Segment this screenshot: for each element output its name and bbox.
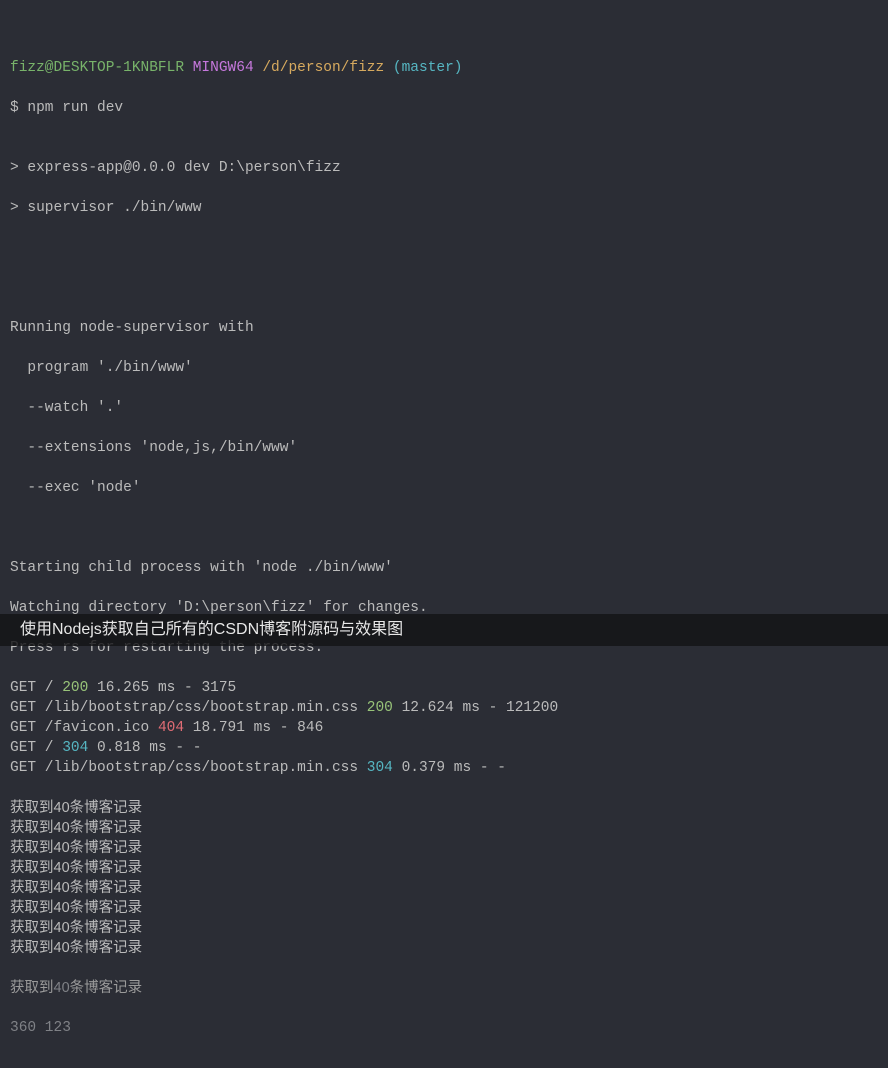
request-line: GET / 200 16.265 ms - 3175 [10,678,878,698]
blank-line [10,238,878,258]
supervisor-starting: Starting child process with 'node ./bin/… [10,558,878,578]
fetch-log-line: 获取到40条博客记录 [10,858,878,878]
cwd-path: /d/person/fizz [262,60,384,76]
supervisor-header: Running node-supervisor with [10,318,878,338]
fetch-log-line: 获取到40条博客记录 [10,878,878,898]
blank-line [10,278,878,298]
blank-line [10,518,878,538]
supervisor-exec: --exec 'node' [10,478,878,498]
fetch-log-line: 获取到40条博客记录 [10,898,878,918]
supervisor-extensions: --extensions 'node,js,/bin/www' [10,438,878,458]
request-line: GET /lib/bootstrap/css/bootstrap.min.css… [10,698,878,718]
fetch-log-line: 获取到40条博客记录 [10,938,878,958]
caption-overlay: 使用Nodejs获取自己所有的CSDN博客附源码与效果图 [0,614,888,646]
request-line: GET / 304 0.818 ms - - [10,738,878,758]
supervisor-program: program './bin/www' [10,358,878,378]
request-line: GET /favicon.ico 404 18.791 ms - 846 [10,718,878,738]
fetch-log: 获取到40条博客记录获取到40条博客记录获取到40条博客记录获取到40条博客记录… [10,798,878,958]
terminal-output: fizz@DESKTOP-1KNBFLR MINGW64 /d/person/f… [0,0,888,1068]
fetch-log-line: 获取到40条博客记录 [10,818,878,838]
fetch-log-line: 获取到40条博客记录 [10,798,878,818]
supervisor-watch: --watch '.' [10,398,878,418]
user-host: fizz@DESKTOP-1KNBFLR [10,60,184,76]
prompt-line: fizz@DESKTOP-1KNBFLR MINGW64 /d/person/f… [10,58,878,78]
request-line: GET /lib/bootstrap/css/bootstrap.min.css… [10,758,878,778]
git-branch: (master) [393,60,463,76]
request-log: GET / 200 16.265 ms - 3175GET /lib/boots… [10,678,878,778]
command-npm: $ npm run dev [10,98,878,118]
fetch-log-line: 获取到40条博客记录 [10,918,878,938]
npm-script-1: > express-app@0.0.0 dev D:\person\fizz [10,158,878,178]
mingw-label: MINGW64 [193,60,254,76]
fetch-log-line: 获取到40条博客记录 [10,838,878,858]
npm-script-2: > supervisor ./bin/www [10,198,878,218]
fetch-log-tail: 获取到40条博客记录 [10,978,878,998]
footer-numbers: 360 123 [10,1018,878,1038]
